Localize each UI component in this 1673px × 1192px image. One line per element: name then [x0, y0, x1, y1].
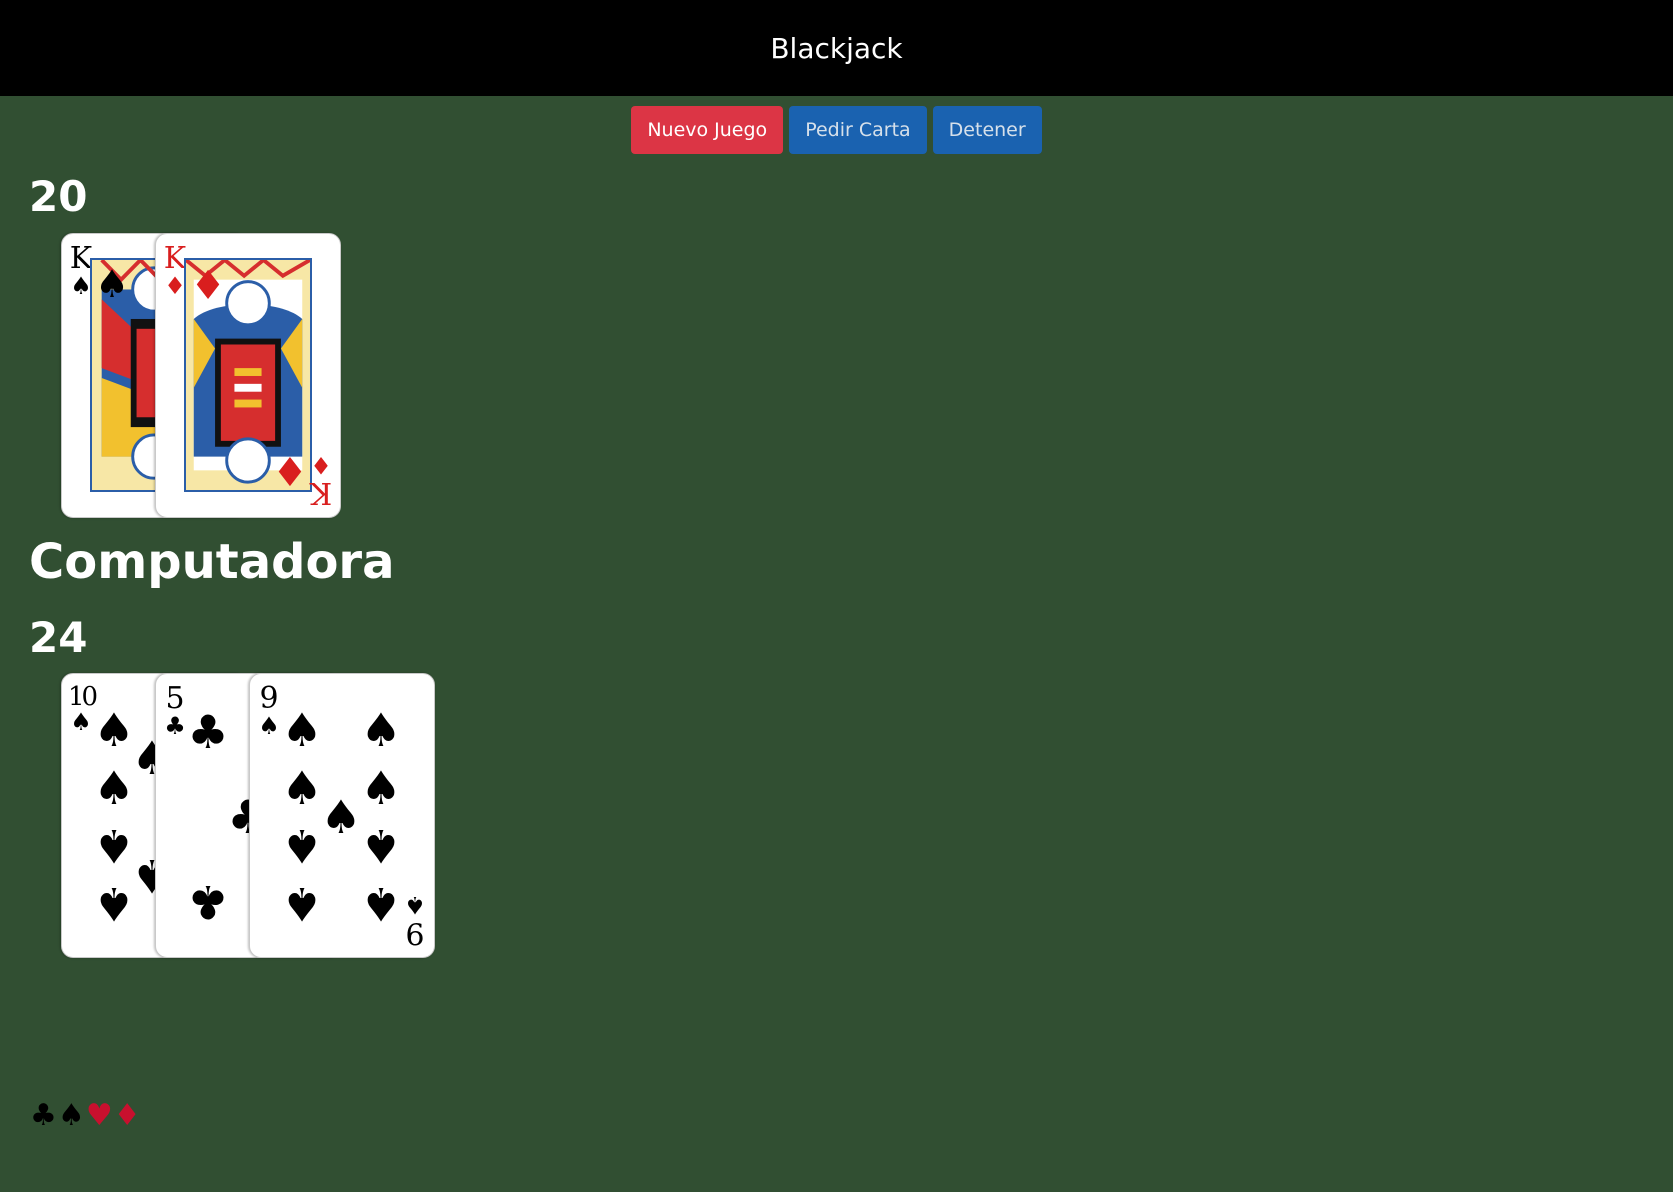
card-corner: 10 ♠ [68, 682, 98, 736]
card-rank: 9 [259, 681, 279, 716]
top-bar: Blackjack [0, 0, 1673, 96]
card-corner: 9 ♠ [402, 891, 428, 950]
player-card-2: K ♦ ♦ ♦ K ♦ [155, 233, 341, 518]
heart-icon: ♥ [85, 1098, 113, 1133]
card-rank: K [309, 475, 333, 510]
spade-icon: ♠ [360, 819, 402, 873]
spade-icon: ♠ [281, 819, 323, 873]
spade-icon: ♠ [404, 891, 426, 919]
game-controls: Nuevo Juego Pedir Carta Detener [0, 106, 1673, 154]
spade-icon: ♠ [281, 703, 323, 757]
spade-icon: ♠ [93, 877, 135, 931]
card-corner: 9 ♠ [256, 681, 282, 740]
club-icon: ♣ [187, 705, 229, 759]
spade-icon: ♠ [360, 703, 402, 757]
stand-button[interactable]: Detener [932, 106, 1042, 154]
spade-icon: ♠ [360, 877, 402, 931]
club-icon: ♣ [164, 712, 186, 740]
card-corner: 5 ♣ [162, 681, 188, 740]
spade-icon: ♠ [93, 819, 135, 873]
card-corner: K ♦ [308, 451, 334, 510]
computer-score: 24 [29, 613, 88, 662]
card-rank: 10 [68, 682, 98, 712]
spade-icon: ♠ [57, 1098, 85, 1133]
spade-icon: ♠ [93, 703, 135, 757]
computer-card-3: 9 ♠ ♠ ♠ ♠ ♠ ♠ ♠ ♠ ♠ ♠ 9 ♠ [249, 673, 435, 958]
diamond-icon: ♦ [190, 263, 226, 309]
club-icon: ♣ [187, 875, 229, 929]
spade-icon: ♠ [281, 761, 323, 815]
spade-icon: ♠ [258, 712, 280, 740]
player-score: 20 [29, 172, 88, 221]
app-title: Blackjack [770, 31, 903, 65]
spade-icon: ♠ [94, 262, 130, 306]
diamond-icon: ♦ [272, 447, 308, 493]
diamond-icon: ♦ [310, 451, 332, 479]
club-icon: ♣ [30, 1098, 57, 1133]
card-rank: 5 [165, 681, 185, 716]
spade-icon: ♠ [320, 790, 362, 844]
card-rank: 9 [405, 915, 425, 950]
hit-button[interactable]: Pedir Carta [789, 106, 927, 154]
computer-heading: Computadora [29, 534, 395, 590]
spade-icon: ♠ [93, 761, 135, 815]
spade-icon: ♠ [70, 708, 92, 736]
spade-icon: ♠ [281, 877, 323, 931]
suits-footer: ♣ ♠ ♥ ♦ [30, 1098, 141, 1133]
spade-icon: ♠ [360, 761, 402, 815]
diamond-icon: ♦ [113, 1098, 141, 1133]
new-game-button[interactable]: Nuevo Juego [631, 106, 784, 154]
